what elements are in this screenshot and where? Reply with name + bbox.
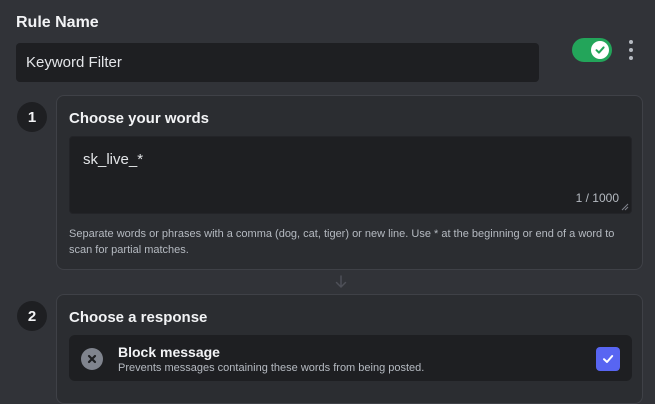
more-options-icon[interactable] bbox=[625, 40, 637, 60]
checkbox-check-icon bbox=[603, 355, 614, 363]
block-message-title: Block message bbox=[118, 344, 220, 360]
keywords-value: sk_live_* bbox=[83, 151, 144, 168]
block-message-description: Prevents messages containing these words… bbox=[118, 362, 425, 374]
step-number-1: 1 bbox=[17, 102, 47, 132]
toggle-knob bbox=[591, 41, 609, 59]
keywords-help-text: Separate words or phrases with a comma (… bbox=[69, 228, 615, 256]
block-message-checkbox[interactable] bbox=[596, 347, 620, 371]
rule-enabled-toggle[interactable] bbox=[572, 38, 612, 62]
block-x-icon bbox=[81, 348, 103, 370]
choose-words-card: Choose your words sk_live_* 1 / 1000 Sep… bbox=[56, 95, 643, 270]
choose-response-card: Choose a response Block message Prevents… bbox=[56, 294, 643, 404]
block-message-option[interactable]: Block message Prevents messages containi… bbox=[69, 335, 632, 381]
resize-handle-icon[interactable] bbox=[621, 203, 629, 211]
choose-words-title: Choose your words bbox=[69, 110, 210, 127]
keywords-textarea[interactable]: sk_live_* 1 / 1000 bbox=[69, 136, 632, 214]
step-number-2: 2 bbox=[17, 301, 47, 331]
choose-response-title: Choose a response bbox=[69, 309, 208, 326]
rule-name-label: Rule Name bbox=[16, 14, 99, 31]
arrow-down-icon bbox=[335, 275, 347, 288]
char-count: 1 / 1000 bbox=[575, 191, 619, 205]
check-icon bbox=[595, 46, 605, 54]
rule-name-input[interactable] bbox=[16, 43, 539, 82]
